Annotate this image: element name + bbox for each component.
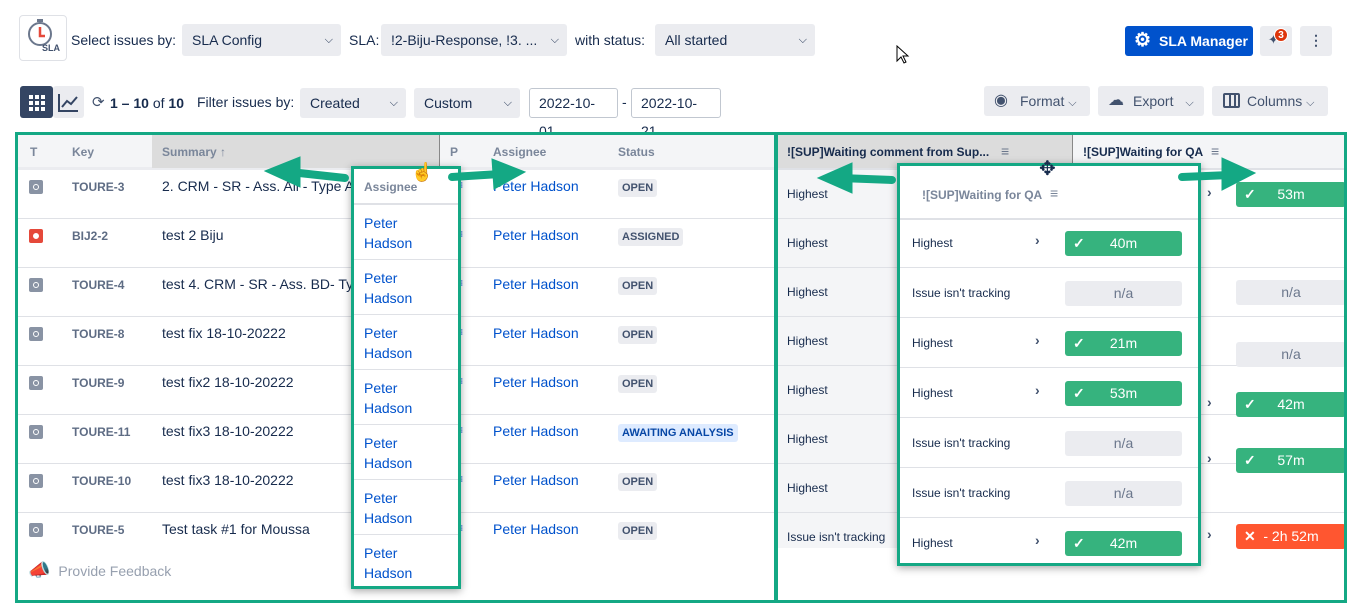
drag-arrows [263, 156, 1257, 194]
